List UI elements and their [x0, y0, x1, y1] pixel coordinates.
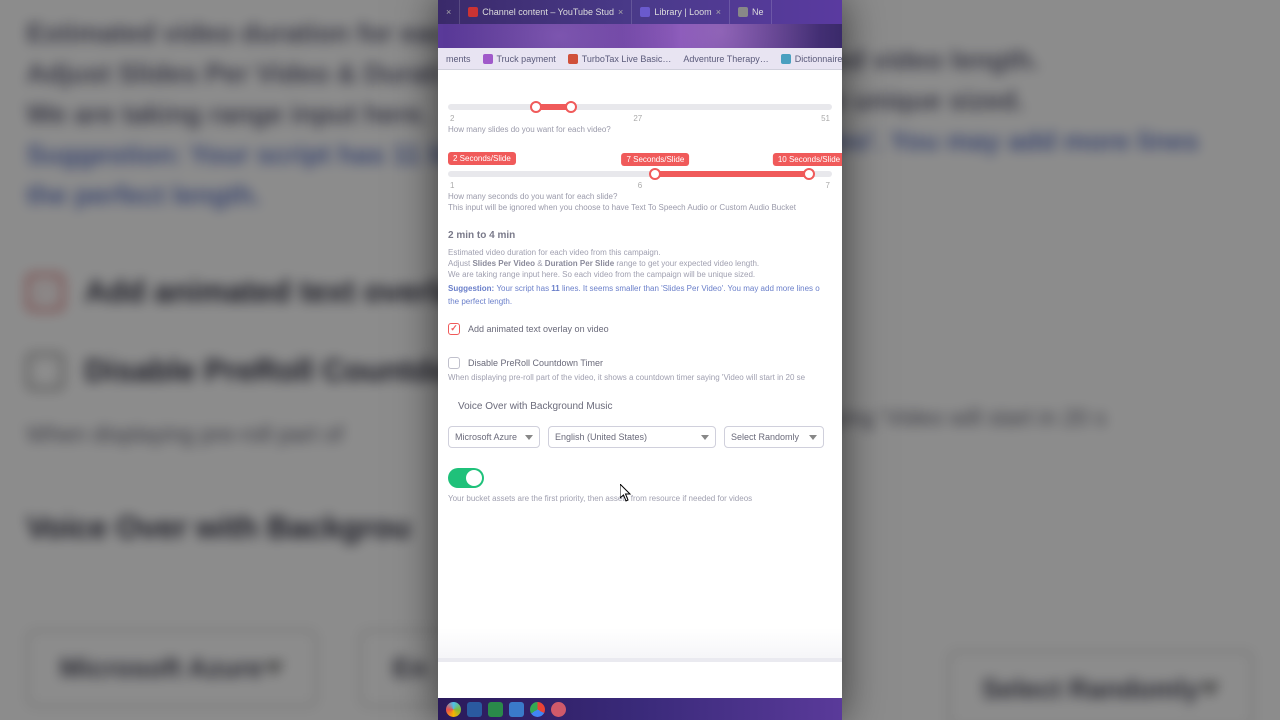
tab-label: Channel content – YouTube Stud — [482, 7, 614, 17]
word-icon[interactable] — [467, 702, 482, 717]
select-value: Select Randomly — [731, 432, 799, 442]
slider-handle-right[interactable] — [803, 168, 815, 180]
page-content: 2 27 51 How many slides do you want for … — [438, 70, 842, 720]
slider-ticks: 2 27 51 — [450, 114, 830, 123]
slider-ticks: 1 6 7 — [450, 181, 830, 190]
youtube-icon — [468, 7, 478, 17]
excel-icon[interactable] — [488, 702, 503, 717]
chrome-icon[interactable] — [530, 702, 545, 717]
bg-select: Microsoft Azure — [26, 629, 317, 707]
slider-tooltip: 7 Seconds/Slide — [621, 153, 689, 166]
bookmark-item[interactable]: Truck payment — [483, 54, 556, 64]
bookmark-label: Adventure Therapy… — [683, 54, 768, 64]
duration-estimate: 2 min to 4 min — [448, 230, 832, 241]
bg-text: Add animated text overla — [85, 275, 456, 310]
app-icon[interactable] — [551, 702, 566, 717]
close-icon[interactable]: × — [446, 7, 451, 17]
bg-select: Select Randomly — [948, 650, 1253, 720]
start-button[interactable] — [446, 702, 461, 717]
slides-per-video-slider[interactable] — [448, 104, 832, 110]
bookmark-label: TurboTax Live Basic… — [582, 54, 672, 64]
select-value: English (United States) — [555, 432, 647, 442]
slider-handle-left[interactable] — [530, 101, 542, 113]
tts-voice-select[interactable]: Select Randomly — [724, 426, 824, 448]
bookmark-item[interactable]: ments — [446, 54, 471, 64]
tab[interactable]: Ne — [730, 0, 773, 24]
chevron-down-icon — [525, 435, 533, 440]
slider-handle-right[interactable] — [565, 101, 577, 113]
bg-checkbox: ✓ — [26, 274, 63, 311]
slider-label: How many slides do you want for each vid… — [448, 125, 832, 134]
bg-text: Disable PreRoll Countdo — [85, 354, 451, 389]
tab-favicon — [738, 7, 748, 17]
info-text: Adjust Slides Per Video & Duration Per S… — [448, 258, 832, 269]
edge-icon[interactable] — [509, 702, 524, 717]
tab-label: Ne — [752, 7, 764, 17]
slider-handle-left[interactable] — [649, 168, 661, 180]
option-help: When displaying pre-roll part of the vid… — [448, 373, 832, 383]
info-text: We are taking range input here. So each … — [448, 269, 832, 280]
bottom-bar — [438, 658, 842, 698]
tts-language-select[interactable]: English (United States) — [548, 426, 716, 448]
bookmark-item[interactable]: TurboTax Live Basic… — [568, 54, 672, 64]
voiceover-title: Voice Over with Background Music — [458, 401, 832, 412]
option-label: Add animated text overlay on video — [468, 324, 609, 334]
bookmark-item[interactable]: Adventure Therapy… — [683, 54, 768, 64]
bookmark-label: Dictionnaire intema… — [795, 54, 842, 64]
disable-preroll-checkbox[interactable] — [448, 357, 460, 369]
select-value: Microsoft Azure — [455, 432, 517, 442]
suggestion-text: the perfect length. — [448, 296, 832, 307]
browser-tabs: × Channel content – YouTube Stud × Libra… — [438, 0, 842, 24]
slider-summary-badge: 2 Seconds/Slide — [448, 152, 516, 165]
loom-icon — [640, 7, 650, 17]
bookmark-label: Truck payment — [497, 54, 556, 64]
windows-taskbar — [438, 698, 842, 720]
duration-per-slide-slider[interactable]: 7 Seconds/Slide 10 Seconds/Slide — [448, 171, 832, 177]
chevron-down-icon — [701, 435, 709, 440]
bg-checkbox — [26, 353, 63, 390]
tab[interactable]: × — [438, 0, 460, 24]
close-icon[interactable]: × — [618, 7, 623, 17]
tab[interactable]: Library | Loom × — [632, 0, 730, 24]
bookmark-icon — [483, 54, 493, 64]
slider-help: This input will be ignored when you choo… — [448, 203, 832, 212]
toggle-knob — [466, 470, 482, 486]
bookmark-item[interactable]: Dictionnaire intema… — [781, 54, 842, 64]
tab[interactable]: Channel content – YouTube Stud × — [460, 0, 632, 24]
option-label: Disable PreRoll Countdown Timer — [468, 358, 603, 368]
info-text: Estimated video duration for each video … — [448, 247, 832, 258]
toggle-help: Your bucket assets are the first priorit… — [448, 494, 832, 503]
tts-provider-select[interactable]: Microsoft Azure — [448, 426, 540, 448]
slider-label: How many seconds do you want for each sl… — [448, 192, 832, 201]
bookmark-icon — [781, 54, 791, 64]
close-icon[interactable]: × — [716, 7, 721, 17]
suggestion-text: Suggestion: Your script has 11 lines. It… — [448, 283, 832, 294]
chevron-down-icon — [809, 435, 817, 440]
bookmark-icon — [568, 54, 578, 64]
tab-label: Library | Loom — [654, 7, 711, 17]
animated-text-checkbox[interactable] — [448, 323, 460, 335]
slider-tooltip: 10 Seconds/Slide — [773, 153, 842, 166]
bookmark-label: ments — [446, 54, 471, 64]
browser-theme-strip — [438, 24, 842, 48]
bookmarks-bar: ments Truck payment TurboTax Live Basic…… — [438, 48, 842, 70]
bucket-assets-toggle[interactable] — [448, 468, 484, 488]
